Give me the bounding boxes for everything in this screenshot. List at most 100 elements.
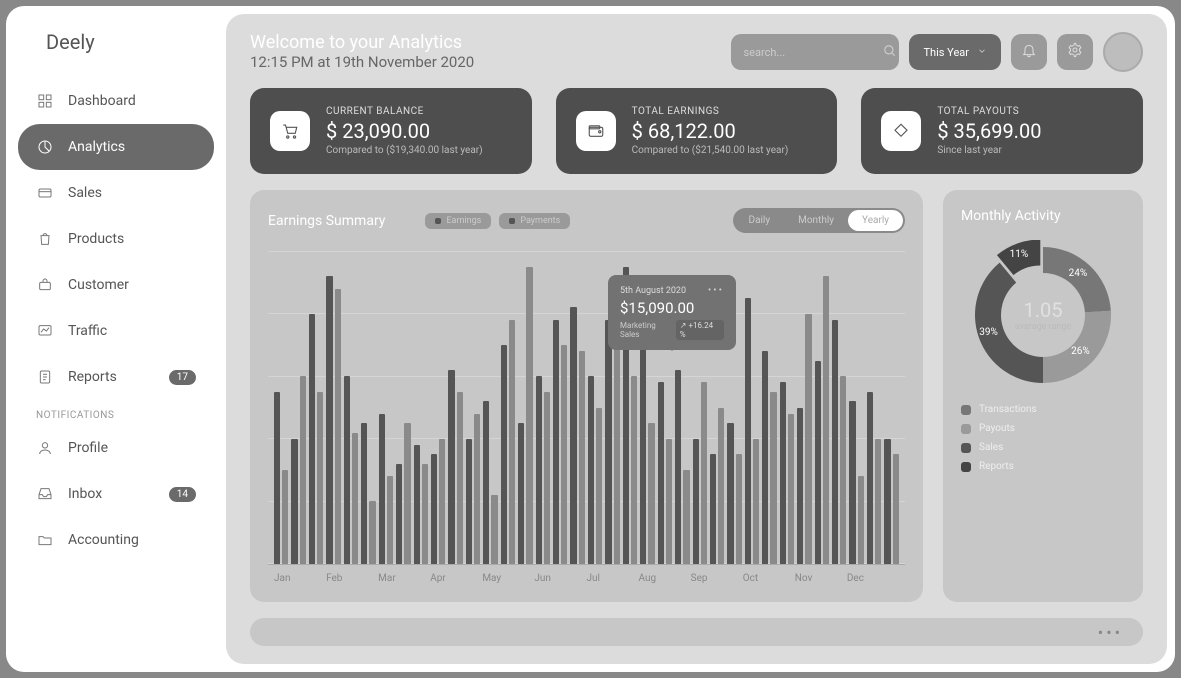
- bar-group: [274, 251, 288, 564]
- bar-group: [797, 251, 811, 564]
- sidebar: Deely Dashboard Analytics Sales Products Cus…: [6, 6, 226, 672]
- sidebar-item-label: Dashboard: [68, 93, 136, 109]
- x-axis-label: Sep: [691, 573, 743, 584]
- activity-legend-item: Reports: [961, 461, 1125, 472]
- activity-legend-item: Payouts: [961, 423, 1125, 434]
- sidebar-item-label: Traffic: [68, 323, 107, 339]
- search-box[interactable]: [731, 34, 899, 70]
- bar-group: [536, 251, 550, 564]
- search-input[interactable]: [743, 46, 883, 59]
- x-axis-label: Jun: [534, 573, 586, 584]
- activity-title: Monthly Activity: [961, 208, 1125, 224]
- x-axis-label: Nov: [795, 573, 847, 584]
- tooltip-series-label: Marketing Sales: [620, 321, 676, 339]
- sidebar-item-label: Reports: [68, 369, 117, 385]
- stat-compare: Compared to ($21,540.00 last year): [632, 145, 789, 156]
- bar-group: [483, 251, 497, 564]
- segment-daily[interactable]: Daily: [735, 210, 785, 231]
- sidebar-item-profile[interactable]: Profile: [18, 425, 214, 471]
- donut-slice-label: 24%: [1069, 268, 1088, 279]
- brand-name: Deely: [6, 30, 226, 78]
- bar-group: [762, 251, 776, 564]
- donut-slice-label: 26%: [1071, 346, 1090, 357]
- sidebar-item-traffic[interactable]: Traffic: [18, 308, 214, 354]
- stat-label: TOTAL EARNINGS: [632, 106, 789, 117]
- x-axis-label: May: [482, 573, 534, 584]
- stat-cards-row: CURRENT BALANCE$ 23,090.00Compared to ($…: [250, 88, 1143, 174]
- sidebar-item-label: Sales: [68, 185, 102, 201]
- stat-compare: Since last year: [937, 145, 1041, 156]
- x-axis-label: Aug: [639, 573, 691, 584]
- tooltip-date: 5th August 2020: [620, 286, 686, 296]
- page-subtitle: 12:15 PM at 19th November 2020: [250, 53, 474, 71]
- x-axis-label: Apr: [430, 573, 482, 584]
- sidebar-item-customer[interactable]: Customer: [18, 262, 214, 308]
- bar-group: [361, 251, 375, 564]
- search-icon: [883, 43, 897, 62]
- x-axis-label: Jul: [586, 573, 638, 584]
- bar-group: [501, 251, 515, 564]
- x-axis-label: Dec: [847, 573, 899, 584]
- tooltip-value: $15,090.00: [620, 299, 724, 317]
- sidebar-item-analytics[interactable]: Analytics: [18, 124, 214, 170]
- stat-card: CURRENT BALANCE$ 23,090.00Compared to ($…: [250, 88, 532, 174]
- sidebar-item-label: Analytics: [68, 139, 125, 155]
- x-axis-label: Feb: [326, 573, 378, 584]
- bar-group: [588, 251, 602, 564]
- sidebar-item-accounting[interactable]: Accounting: [18, 517, 214, 563]
- legend-pill: Earnings: [425, 213, 491, 229]
- earnings-title: Earnings Summary: [268, 213, 385, 229]
- year-filter-button[interactable]: This Year: [909, 34, 1001, 70]
- activity-legend-item: Transactions: [961, 404, 1125, 415]
- monthly-activity-panel: Monthly Activity 1.05 avarage range 24%2…: [943, 190, 1143, 602]
- legend-label: Reports: [979, 461, 1014, 472]
- sidebar-item-dashboard[interactable]: Dashboard: [18, 78, 214, 124]
- segment-monthly[interactable]: Monthly: [784, 210, 848, 231]
- x-axis-label: Jan: [274, 573, 326, 584]
- activity-legend-item: Sales: [961, 442, 1125, 453]
- chart-tooltip: 5th August 2020 ••• $15,090.00 Marketing…: [608, 275, 736, 350]
- bar-group: [884, 251, 898, 564]
- bar-group: [518, 251, 532, 564]
- bar-group: [291, 251, 305, 564]
- tooltip-more-icon[interactable]: •••: [708, 285, 724, 296]
- segment-yearly[interactable]: Yearly: [848, 210, 903, 231]
- legend-swatch: [961, 462, 971, 472]
- nav-notifications: ProfileInbox14Accounting: [6, 425, 226, 563]
- bar-group: [309, 251, 323, 564]
- bar-group: [745, 251, 759, 564]
- wallet-icon: [576, 111, 616, 151]
- range-segmented-control[interactable]: DailyMonthlyYearly: [733, 208, 906, 233]
- cart-icon: [270, 111, 310, 151]
- legend-label: Sales: [979, 442, 1003, 453]
- stat-card: TOTAL EARNINGS $ 68,122.00 Compared to ($2…: [556, 88, 838, 174]
- sidebar-item-sales[interactable]: Sales: [18, 170, 214, 216]
- pie-icon: [36, 138, 54, 156]
- year-filter-label: This Year: [923, 46, 969, 59]
- sidebar-item-products[interactable]: Products: [18, 216, 214, 262]
- sidebar-item-reports[interactable]: Reports 17: [18, 354, 214, 400]
- doc-icon: [36, 368, 54, 386]
- user-icon: [36, 439, 54, 457]
- sidebar-item-inbox[interactable]: Inbox14: [18, 471, 214, 517]
- bar-group: [326, 251, 340, 564]
- stat-value: $ 68,122.00: [632, 119, 789, 143]
- nav-section-label: NOTIFICATIONS: [6, 400, 226, 425]
- legend-swatch: [961, 405, 971, 415]
- bar-group: [396, 251, 410, 564]
- stat-value: $ 23,090.00: [326, 119, 483, 143]
- settings-button[interactable]: [1057, 34, 1093, 70]
- bar-group: [431, 251, 445, 564]
- chevron-down-icon: [977, 46, 987, 59]
- legend-swatch: [961, 424, 971, 434]
- legend-swatch: [961, 443, 971, 453]
- bar-group: [379, 251, 393, 564]
- bar-group: [466, 251, 480, 564]
- legend-label: Transactions: [979, 404, 1037, 415]
- avatar[interactable]: [1103, 32, 1143, 72]
- donut-center-value: 1.05: [1024, 298, 1063, 322]
- sidebar-item-label: Products: [68, 231, 124, 247]
- notification-button[interactable]: [1011, 34, 1047, 70]
- sidebar-badge: 17: [169, 370, 196, 385]
- more-icon[interactable]: •••: [1098, 623, 1123, 642]
